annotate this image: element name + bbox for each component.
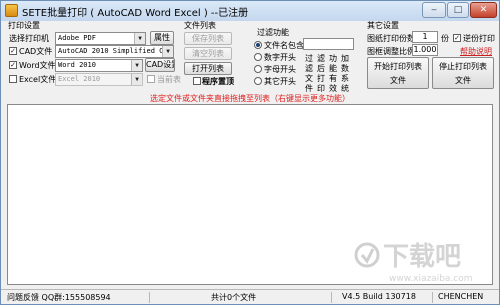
scale-label: 图框调整比例 — [367, 47, 415, 56]
title-bar[interactable]: SETE批量打印 ( AutoCAD Word Excel ) --已注册 ‒ … — [1, 1, 499, 21]
close-button[interactable]: ✕ — [470, 2, 497, 18]
status-bar: 问题反馈 QQ群:155508594 共计0个文件 V4.5 Build 130… — [1, 289, 499, 304]
status-divider — [331, 292, 332, 303]
print-settings-title: 打印设置 — [8, 21, 40, 30]
other-settings-title: 其它设置 — [367, 21, 399, 30]
status-version: V4.5 Build 130718 — [342, 292, 416, 301]
print-after-filter-button[interactable]: 滤后打印 — [317, 54, 325, 94]
filter-text-input[interactable] — [303, 38, 354, 50]
scale-input[interactable]: 1.000 — [412, 44, 438, 56]
drag-hint: 选定文件或文件夹直接拖拽至列表（右键显示更多功能） — [150, 94, 350, 103]
chevron-down-icon: ▼ — [134, 33, 145, 44]
chevron-down-icon: ▼ — [131, 60, 142, 71]
watermark-domain: www.xiazaiba.com — [389, 274, 473, 284]
status-user: CHENCHEN — [438, 292, 484, 301]
save-list-button[interactable]: 保存列表 — [184, 32, 232, 45]
top-most-checkbox[interactable] — [193, 77, 201, 85]
watermark-logo: 下载吧 www.xiazaiba.com — [354, 242, 473, 284]
open-list-button[interactable]: 打开列表 — [184, 62, 232, 75]
cad-checkbox[interactable]: ✓ — [9, 47, 17, 55]
maximize-button[interactable]: □ — [447, 2, 469, 18]
minimize-button[interactable]: ‒ — [422, 2, 446, 18]
printer-label: 选择打印机 — [9, 34, 49, 43]
add-system-button[interactable]: 加数系统 — [341, 54, 349, 94]
excel-version-select[interactable]: Excel 2010 ▼ — [55, 73, 143, 86]
stop-print-button[interactable]: 停止打印列表文件 — [432, 57, 494, 89]
excel-checkbox[interactable] — [9, 75, 17, 83]
word-checkbox[interactable]: ✓ — [9, 61, 17, 69]
chevron-down-icon: ▼ — [162, 46, 173, 57]
filter-option-label: 其它开头 — [264, 77, 296, 86]
top-most-label: 程序置顶 — [202, 77, 234, 86]
filter-option-name-contains[interactable] — [254, 41, 262, 49]
printer-select[interactable]: Adobe PDF ▼ — [55, 32, 146, 45]
cad-version-value: AutoCAD 2010 Simplified Chines — [58, 47, 174, 55]
excel-label: Excel文件 — [19, 75, 57, 84]
copies-label: 图纸打印份数 — [367, 34, 415, 43]
copies-unit: 份 — [441, 34, 449, 43]
window-title: SETE批量打印 ( AutoCAD Word Excel ) --已注册 — [22, 8, 249, 19]
main-window: SETE批量打印 ( AutoCAD Word Excel ) --已注册 ‒ … — [0, 0, 500, 305]
chevron-down-icon: ▼ — [131, 74, 142, 85]
copies-input[interactable]: 1 — [412, 31, 438, 43]
status-file-count: 共计0个文件 — [211, 293, 257, 302]
start-print-button[interactable]: 开始打印列表文件 — [367, 57, 429, 89]
filter-files-button[interactable]: 过滤文件 — [305, 54, 313, 94]
word-label: Word文件 — [19, 61, 56, 70]
filter-option-letter[interactable] — [254, 65, 262, 73]
word-version-select[interactable]: Word 2010 ▼ — [55, 59, 143, 72]
filter-title: 过滤功能 — [257, 28, 289, 37]
filter-option-digit[interactable] — [254, 53, 262, 61]
excel-version-value: Excel 2010 — [58, 75, 101, 83]
filter-option-label: 数字开头 — [264, 53, 296, 62]
function-valid-button[interactable]: 功能有效 — [329, 54, 337, 94]
cad-version-select[interactable]: AutoCAD 2010 Simplified Chines ▼ — [55, 45, 174, 58]
cad-settings-button[interactable]: CAD设置 — [145, 58, 175, 72]
filter-option-other[interactable] — [254, 77, 262, 85]
word-version-value: Word 2010 — [58, 61, 96, 69]
filter-option-label: 字母开头 — [264, 65, 296, 74]
printer-select-value: Adobe PDF — [58, 34, 96, 42]
printer-properties-button[interactable]: 属性 — [150, 31, 174, 45]
current-sheet-checkbox[interactable] — [147, 75, 155, 83]
help-link[interactable]: 帮助说明 — [460, 46, 492, 57]
reverse-print-checkbox[interactable]: ✓ — [453, 34, 461, 42]
status-divider — [149, 292, 150, 303]
watermark-text: 下载吧 — [383, 242, 461, 272]
current-sheet-label: 当前表 — [157, 75, 181, 84]
file-list-title: 文件列表 — [184, 21, 216, 30]
status-divider — [432, 292, 433, 303]
filter-option-label: 文件名包含 — [264, 41, 304, 50]
status-feedback: 问题反馈 QQ群:155508594 — [7, 293, 111, 302]
reverse-print-label: 逆份打印 — [463, 34, 495, 43]
app-icon — [5, 4, 18, 17]
clear-list-button[interactable]: 清空列表 — [184, 47, 232, 60]
cad-label: CAD文件 — [19, 47, 53, 56]
